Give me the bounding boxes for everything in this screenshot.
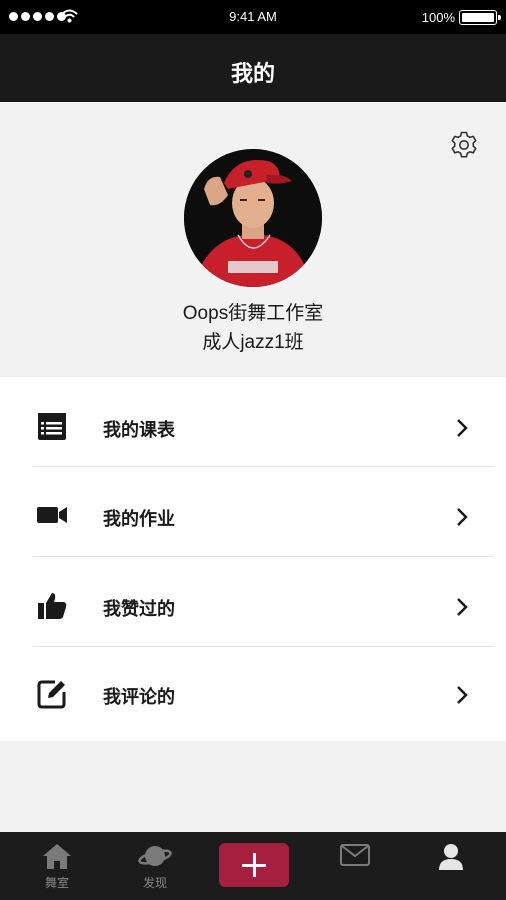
tab-messages[interactable] [322,832,388,900]
add-button[interactable] [219,843,289,887]
avatar[interactable] [184,149,322,287]
tab-profile[interactable] [418,832,484,900]
menu-item-label: 我的作业 [103,509,175,529]
battery-percentage: 100% [421,10,455,25]
tab-bar: 舞室 发现 [0,832,506,900]
chevron-right-icon [457,419,468,437]
schedule-list-icon [38,413,66,440]
profile-header: Oops街舞工作室 成人jazz1班 [0,102,506,376]
class-name: 成人jazz1班 [202,332,304,353]
chevron-right-icon [457,598,468,616]
tab-label: 舞室 [44,876,69,890]
gear-icon[interactable] [449,130,479,160]
menu-item-label: 我赞过的 [103,599,175,619]
menu-item-schedule[interactable]: 我的课表 [0,380,506,470]
status-bar: 9:41 AM 100% [0,0,506,34]
tab-dance-studio[interactable]: 舞室 [24,832,90,900]
planet-icon [138,846,172,866]
studio-name: Oops街舞工作室 [182,303,324,324]
tab-discover[interactable]: 发现 [122,832,188,900]
chevron-right-icon [457,686,468,704]
page-title: 我的 [230,61,275,86]
nav-bar: 我的 [0,34,506,102]
battery-icon [459,10,501,25]
divider [33,466,494,467]
menu-item-homework[interactable]: 我的作业 [0,469,506,559]
home-icon [43,844,71,869]
menu-item-liked[interactable]: 我赞过的 [0,559,506,649]
chevron-right-icon [457,508,468,526]
thumbs-up-icon [38,593,67,619]
tab-label: 发现 [142,876,167,890]
menu-list: 我的课表 我的作业 我赞过的 我评论的 [0,377,506,741]
message-icon [340,844,370,866]
video-camera-icon [37,507,67,523]
divider [33,556,494,557]
avatar-image [184,149,322,287]
edit-note-icon [37,680,66,709]
menu-item-label: 我的课表 [103,420,175,440]
menu-item-label: 我评论的 [103,687,175,707]
menu-item-commented[interactable]: 我评论的 [0,647,506,737]
profile-icon [439,844,463,870]
